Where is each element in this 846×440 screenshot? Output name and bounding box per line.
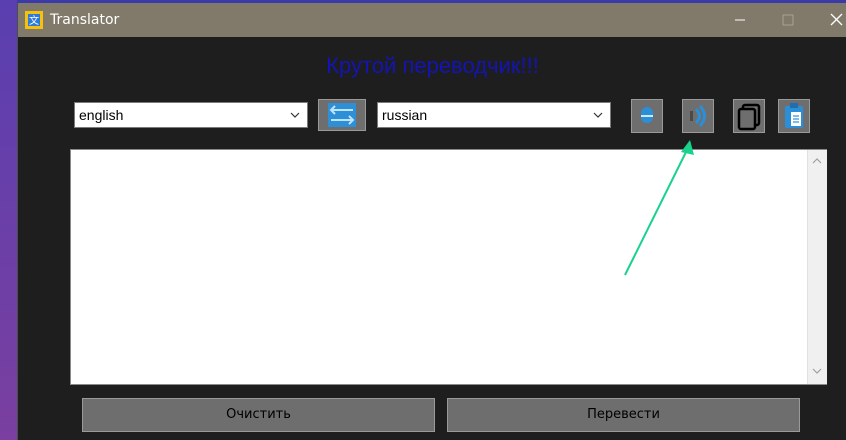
target-language-value: russian	[382, 107, 428, 123]
microphone-button[interactable]	[631, 99, 663, 133]
source-text-input[interactable]	[70, 149, 827, 385]
scroll-down-icon[interactable]	[811, 366, 823, 376]
close-icon[interactable]	[814, 3, 846, 37]
microphone-icon	[641, 107, 653, 123]
page-title: Крутой переводчик!!!	[326, 53, 539, 78]
chevron-down-icon	[290, 112, 300, 118]
speak-button[interactable]	[682, 99, 714, 133]
minimize-icon[interactable]	[718, 3, 762, 37]
title-bar[interactable]: 文 Translator	[18, 3, 846, 37]
svg-text:文: 文	[29, 14, 39, 27]
translate-app-icon: 文	[25, 11, 43, 29]
scroll-up-icon[interactable]	[811, 156, 823, 166]
desktop-background	[0, 0, 17, 440]
swap-icon	[328, 103, 356, 127]
translate-button[interactable]: Перевести	[447, 398, 800, 432]
paste-icon	[785, 103, 803, 128]
speaker-icon	[690, 104, 706, 128]
clear-button[interactable]: Очистить	[82, 398, 435, 432]
target-language-select[interactable]: russian	[377, 102, 611, 128]
text-scrollbar[interactable]	[807, 150, 827, 384]
source-language-select[interactable]: english	[74, 102, 308, 128]
copy-button[interactable]	[733, 99, 765, 133]
source-language-value: english	[79, 107, 124, 123]
chevron-down-icon	[593, 112, 603, 118]
paste-button[interactable]	[778, 99, 810, 133]
translator-window: 文 Translator Крутой переводчик!!! englis…	[17, 3, 846, 440]
maximize-icon[interactable]	[766, 3, 810, 37]
window-title: Translator	[50, 12, 120, 28]
copy-icon	[737, 103, 761, 131]
swap-languages-button[interactable]	[318, 99, 366, 131]
